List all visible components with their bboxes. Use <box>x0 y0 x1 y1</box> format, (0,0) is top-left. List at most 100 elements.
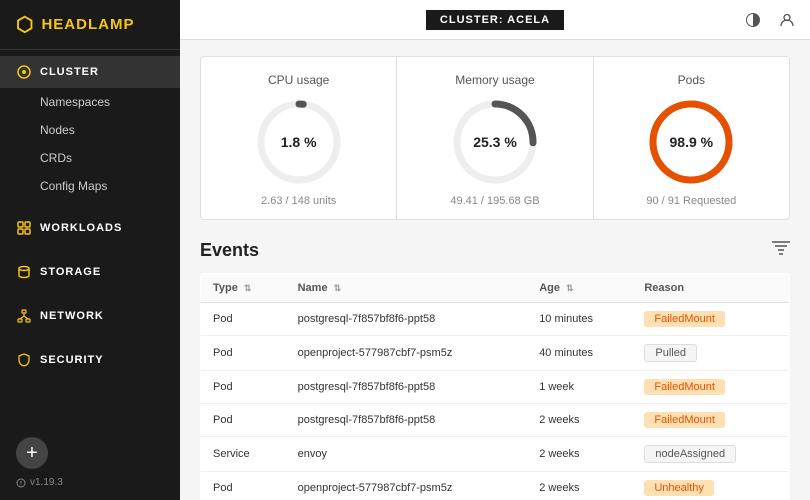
cell-type: Pod <box>201 303 286 336</box>
gauge-circle: 98.9 % <box>646 97 736 187</box>
cell-age: 2 weeks <box>527 437 632 472</box>
sidebar-item-namespaces[interactable]: Namespaces <box>0 88 180 116</box>
theme-toggle-icon[interactable] <box>742 9 764 31</box>
gauge-title: Memory usage <box>455 73 534 87</box>
col-age[interactable]: Age ⇅ <box>527 274 632 303</box>
main-content: CLUSTER: ACELA CPU usage 1.8 % 2.63 / 14… <box>180 0 810 500</box>
events-table: Type ⇅ Name ⇅ Age ⇅ Reason Pod postgresq… <box>200 273 790 500</box>
network-icon <box>16 308 32 324</box>
cluster-label: CLUSTER <box>40 66 99 78</box>
col-name[interactable]: Name ⇅ <box>286 274 528 303</box>
cell-type: Pod <box>201 336 286 371</box>
sidebar-section-network: NETWORK <box>0 294 180 338</box>
gauge-title: CPU usage <box>268 73 329 87</box>
version-text: v1.19.3 <box>30 477 63 488</box>
cell-name: postgresql-7f857bf8f6-ppt58 <box>286 303 528 336</box>
sidebar-storage-header[interactable]: STORAGE <box>0 256 180 288</box>
sidebar: ⬡ HEADLAMP CLUSTER Namespaces Nodes CRDs… <box>0 0 180 500</box>
reason-badge: FailedMount <box>644 311 725 327</box>
cell-age: 1 week <box>527 371 632 404</box>
logo-area: ⬡ HEADLAMP <box>0 0 180 50</box>
user-icon[interactable] <box>776 9 798 31</box>
topbar-icons <box>742 9 798 31</box>
gauges-row: CPU usage 1.8 % 2.63 / 148 units Memory … <box>200 56 790 220</box>
cell-reason: Pulled <box>632 336 789 371</box>
col-reason: Reason <box>632 274 789 303</box>
security-label: SECURITY <box>40 354 104 366</box>
cell-type: Pod <box>201 371 286 404</box>
reason-badge: Pulled <box>644 344 697 362</box>
cluster-icon <box>16 64 32 80</box>
workloads-label: WORKLOADS <box>40 222 122 234</box>
cell-name: postgresql-7f857bf8f6-ppt58 <box>286 404 528 437</box>
workloads-icon <box>16 220 32 236</box>
sidebar-workloads-header[interactable]: WORKLOADS <box>0 212 180 244</box>
cell-name: envoy <box>286 437 528 472</box>
cell-type: Pod <box>201 404 286 437</box>
cell-reason: nodeAssigned <box>632 437 789 472</box>
cell-age: 2 weeks <box>527 472 632 500</box>
sidebar-section-cluster: CLUSTER Namespaces Nodes CRDs Config Map… <box>0 50 180 206</box>
logo-text: HEADLAMP <box>41 16 134 33</box>
gauge-item: Pods 98.9 % 90 / 91 Requested <box>594 57 789 219</box>
gauge-subtitle: 2.63 / 148 units <box>261 195 336 207</box>
network-label: NETWORK <box>40 310 104 322</box>
gauge-circle: 1.8 % <box>254 97 344 187</box>
gauge-value: 1.8 % <box>281 134 317 150</box>
sidebar-section-workloads: WORKLOADS <box>0 206 180 250</box>
cell-type: Pod <box>201 472 286 500</box>
gauge-item: CPU usage 1.8 % 2.63 / 148 units <box>201 57 397 219</box>
sidebar-security-header[interactable]: SECURITY <box>0 344 180 376</box>
cell-name: openproject-577987cbf7-psm5z <box>286 472 528 500</box>
add-button[interactable]: + <box>16 437 48 469</box>
cell-type: Service <box>201 437 286 472</box>
col-type[interactable]: Type ⇅ <box>201 274 286 303</box>
sidebar-bottom: + v1.19.3 <box>0 425 180 500</box>
cell-age: 10 minutes <box>527 303 632 336</box>
cell-name: openproject-577987cbf7-psm5z <box>286 336 528 371</box>
logo-icon: ⬡ <box>16 12 33 37</box>
cell-age: 2 weeks <box>527 404 632 437</box>
table-row[interactable]: Pod openproject-577987cbf7-psm5z 2 weeks… <box>201 472 790 500</box>
version-area: v1.19.3 <box>16 477 164 488</box>
gauge-item: Memory usage 25.3 % 49.41 / 195.68 GB <box>397 57 593 219</box>
sidebar-section-storage: STORAGE <box>0 250 180 294</box>
table-row[interactable]: Pod openproject-577987cbf7-psm5z 40 minu… <box>201 336 790 371</box>
storage-icon <box>16 264 32 280</box>
sidebar-item-crds[interactable]: CRDs <box>0 144 180 172</box>
gauge-subtitle: 49.41 / 195.68 GB <box>450 195 539 207</box>
cluster-badge[interactable]: CLUSTER: ACELA <box>426 10 564 30</box>
gauge-title: Pods <box>678 73 705 87</box>
events-table-header: Type ⇅ Name ⇅ Age ⇅ Reason <box>201 274 790 303</box>
filter-icon[interactable] <box>772 241 790 260</box>
gauge-circle: 25.3 % <box>450 97 540 187</box>
cell-name: postgresql-7f857bf8f6-ppt58 <box>286 371 528 404</box>
topbar: CLUSTER: ACELA <box>180 0 810 40</box>
table-row[interactable]: Pod postgresql-7f857bf8f6-ppt58 10 minut… <box>201 303 790 336</box>
content-area: CPU usage 1.8 % 2.63 / 148 units Memory … <box>180 40 810 500</box>
sidebar-cluster-header[interactable]: CLUSTER <box>0 56 180 88</box>
table-row[interactable]: Service envoy 2 weeks nodeAssigned <box>201 437 790 472</box>
sidebar-item-configmaps[interactable]: Config Maps <box>0 172 180 200</box>
sidebar-section-security: SECURITY <box>0 338 180 382</box>
reason-badge: FailedMount <box>644 412 725 428</box>
security-icon <box>16 352 32 368</box>
reason-badge: FailedMount <box>644 379 725 395</box>
table-row[interactable]: Pod postgresql-7f857bf8f6-ppt58 1 week F… <box>201 371 790 404</box>
table-row[interactable]: Pod postgresql-7f857bf8f6-ppt58 2 weeks … <box>201 404 790 437</box>
cell-reason: FailedMount <box>632 371 789 404</box>
gauge-value: 98.9 % <box>670 134 714 150</box>
storage-label: STORAGE <box>40 266 101 278</box>
cell-reason: FailedMount <box>632 303 789 336</box>
gauge-value: 25.3 % <box>473 134 517 150</box>
cell-reason: Unhealthy <box>632 472 789 500</box>
sidebar-item-nodes[interactable]: Nodes <box>0 116 180 144</box>
reason-badge: Unhealthy <box>644 480 714 496</box>
cell-age: 40 minutes <box>527 336 632 371</box>
events-title: Events <box>200 240 259 261</box>
reason-badge: nodeAssigned <box>644 445 736 463</box>
events-header: Events <box>200 240 790 261</box>
gauge-subtitle: 90 / 91 Requested <box>646 195 736 207</box>
sidebar-network-header[interactable]: NETWORK <box>0 300 180 332</box>
cell-reason: FailedMount <box>632 404 789 437</box>
